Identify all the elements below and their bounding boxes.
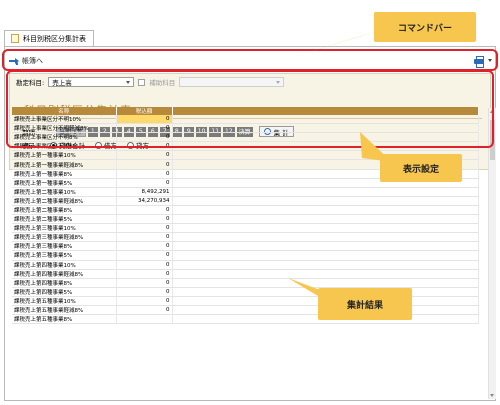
callout-aggregate-results: 集計結果 bbox=[318, 288, 412, 320]
callout-command-bar: コマンドバー bbox=[374, 12, 476, 42]
callout-display-settings: 表示設定 bbox=[380, 154, 462, 182]
callout-tails bbox=[288, 30, 392, 296]
callout-tail-command-bar bbox=[290, 30, 380, 58]
